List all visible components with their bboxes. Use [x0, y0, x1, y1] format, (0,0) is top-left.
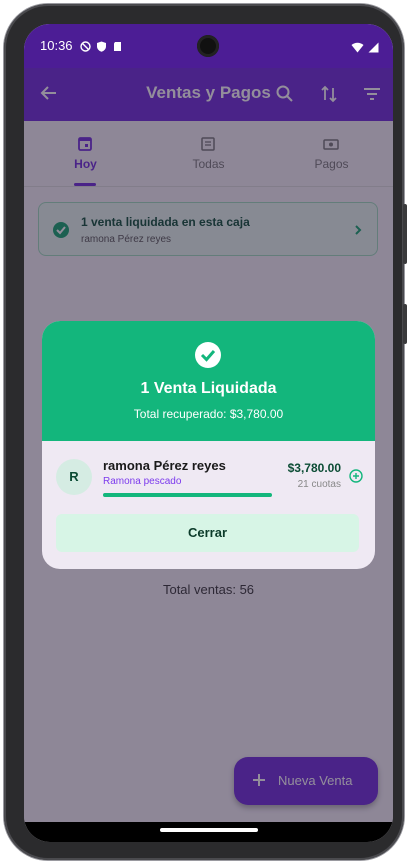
liquidated-sale-item[interactable]: R ramona Pérez reyes Ramona pescado $3,7… [42, 441, 375, 509]
client-name: ramona Pérez reyes [103, 458, 226, 473]
close-button[interactable]: Cerrar [56, 514, 359, 552]
payment-progress-fill [103, 493, 272, 497]
dialog-subtitle: Total recuperado: $3,780.00 [133, 407, 284, 421]
sd-card-icon [112, 37, 123, 51]
status-system-icons [351, 38, 379, 57]
dialog-title: 1 Venta Liquidada [140, 380, 277, 397]
system-nav-bar [24, 822, 393, 842]
volume-button [403, 204, 407, 264]
liquidated-dialog: 1 Venta Liquidada Total recuperado: $3,7… [42, 321, 375, 569]
front-camera [197, 35, 219, 57]
sale-amount: $3,780.00 [287, 461, 341, 475]
check-circle-icon [195, 342, 221, 368]
home-indicator[interactable] [160, 828, 258, 832]
signal-icon [368, 38, 379, 57]
status-time: 10:36 [40, 38, 73, 53]
status-bar: 10:36 [24, 24, 393, 68]
status-notification-icons [80, 37, 123, 52]
payment-progress-bar [103, 493, 272, 497]
avatar: R [56, 459, 92, 495]
installments-count: 21 cuotas [297, 479, 341, 490]
power-button [403, 304, 407, 344]
wifi-icon [351, 38, 364, 57]
product-name: Ramona pescado [103, 476, 182, 487]
add-circle-icon[interactable] [349, 468, 363, 483]
phone-frame: 10:36 1 Venta Liquidada Total recuperado… [4, 4, 407, 860]
dialog-header: 1 Venta Liquidada Total recuperado: $3,7… [42, 321, 375, 441]
do-not-disturb-icon [80, 37, 91, 52]
screen: 10:36 1 Venta Liquidada Total recuperado… [24, 24, 393, 842]
shield-icon [96, 37, 107, 52]
